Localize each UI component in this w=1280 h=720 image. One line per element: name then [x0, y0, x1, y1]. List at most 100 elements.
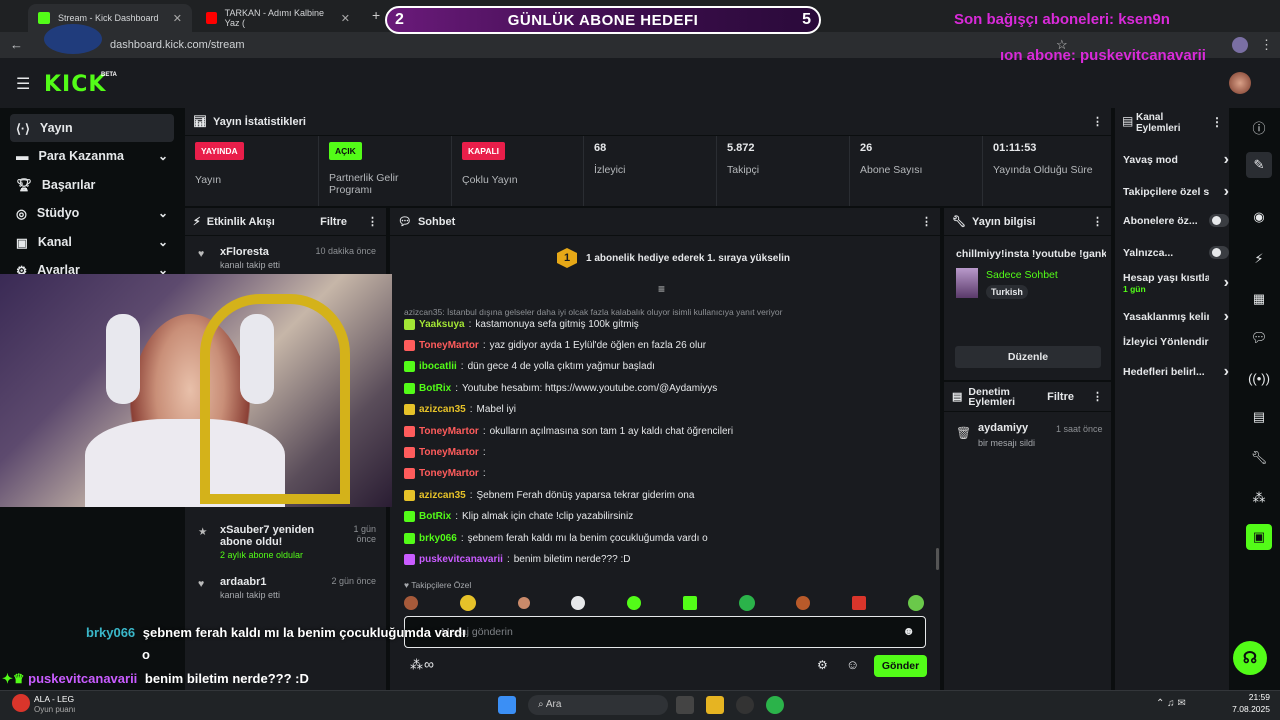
obs-icon[interactable]	[736, 696, 754, 714]
studio-icon: ◎	[16, 206, 27, 221]
help-chat-icon[interactable]: ☊	[1233, 641, 1267, 675]
chat-input[interactable]: Mesaj gönderin ☻	[404, 616, 926, 648]
task-view-icon[interactable]	[676, 696, 694, 714]
chat-username[interactable]: ToneyMartor	[419, 468, 479, 479]
edit-pencil-icon[interactable]: ✎	[1246, 152, 1272, 178]
beta-badge: BETA	[101, 72, 117, 78]
chat-username[interactable]: BotRix	[419, 511, 451, 522]
channel-action-item[interactable]: Takipçilere özel s ›	[1123, 183, 1229, 201]
emote-icon[interactable]	[517, 597, 530, 609]
chevron-right-icon: ›	[1223, 308, 1229, 325]
headphone-left	[106, 314, 140, 404]
emoji-picker-icon[interactable]: ☻	[902, 624, 915, 638]
close-icon[interactable]: ✕	[173, 12, 182, 25]
chat-username[interactable]: Yaaksuya	[419, 319, 465, 330]
emote-icon[interactable]	[796, 596, 811, 610]
back-icon[interactable]: ←	[10, 37, 23, 52]
chat-message: ToneyMartor: okulların açılmasına son tam…	[404, 426, 733, 437]
kick-app-icon[interactable]: ▣	[1246, 524, 1272, 550]
chat-username[interactable]: ToneyMartor	[419, 447, 479, 458]
edit-button[interactable]: Düzenle	[955, 346, 1101, 368]
panel-title: Kanal Eylemleri	[1136, 112, 1181, 134]
hamburger-menu-icon[interactable]: ☰	[16, 74, 30, 94]
chat-username[interactable]: azizcan35	[419, 404, 466, 415]
filter-button[interactable]: Filtre	[1047, 391, 1074, 403]
menu-dots-icon[interactable]: ⋮	[1260, 37, 1273, 53]
chat-username[interactable]: ToneyMartor	[419, 340, 479, 351]
sidebar-item-kanal[interactable]: ▣ Kanal ⌄	[10, 228, 174, 256]
windows-start-icon[interactable]	[498, 696, 516, 714]
chat-username[interactable]: brky066	[419, 533, 457, 544]
taskbar-search[interactable]: ⌕ Ara	[528, 695, 668, 715]
tag-badge[interactable]: Turkish	[986, 285, 1028, 299]
channel-action-label: Yalnızca...	[1123, 246, 1174, 259]
tab-music[interactable]: TARKAN - Adımı Kalbine Yaz ( ✕	[196, 4, 360, 32]
more-options-icon[interactable]: ⋮	[1092, 390, 1103, 403]
chat-settings-icon[interactable]: ⚙	[817, 658, 828, 672]
profile-avatar-icon[interactable]	[1232, 37, 1248, 53]
emote-icon[interactable]	[627, 596, 642, 610]
chat-username[interactable]: BotRix	[419, 383, 451, 394]
points-icon[interactable]: ⁂	[410, 657, 423, 673]
channel-action-item[interactable]: Yavaş mod ›	[1123, 151, 1229, 169]
broadcast-icon[interactable]: ((•))	[1246, 365, 1272, 391]
send-button[interactable]: Gönder	[874, 655, 927, 677]
camera-icon[interactable]: ◉	[1246, 204, 1272, 230]
infinity-icon[interactable]: ∞	[424, 656, 434, 672]
more-options-icon[interactable]: ⋮	[1092, 215, 1103, 228]
nodes-icon[interactable]: ⁂	[1246, 485, 1272, 511]
toggle-switch[interactable]	[1209, 246, 1229, 259]
sidebar-item-yayin[interactable]: ⟨·⟩ Yayın	[10, 114, 174, 142]
chat-username[interactable]: ToneyMartor	[419, 426, 479, 437]
channel-action-item[interactable]: Abonelere öz...	[1123, 214, 1229, 227]
emote-icon[interactable]	[571, 596, 586, 610]
user-avatar[interactable]	[1229, 72, 1251, 94]
more-options-icon[interactable]: ⋮	[367, 215, 378, 228]
filter-button[interactable]: Filtre	[320, 216, 347, 228]
toggle-switch[interactable]	[1209, 214, 1229, 227]
sidebar-item-studyo[interactable]: ◎ Stüdyo ⌄	[10, 199, 174, 227]
chrome-icon[interactable]	[766, 696, 784, 714]
emote-icon[interactable]	[682, 596, 697, 610]
close-icon[interactable]: ✕	[341, 12, 350, 25]
channel-action-item[interactable]: İzleyici Yönlendir	[1123, 336, 1229, 348]
lightning-icon[interactable]: ⚡︎	[1246, 246, 1272, 272]
category-link[interactable]: Sadece Sohbet	[986, 269, 1058, 281]
taskbar-search-label: Ara	[545, 699, 562, 710]
emote-icon[interactable]	[907, 595, 924, 611]
chart-icon: 📊︎	[193, 116, 207, 128]
more-options-icon[interactable]: ⋮	[1211, 115, 1223, 129]
sidebar-item-para-kazanma[interactable]: ▬ Para Kazanma ⌄	[10, 142, 174, 170]
mod-sub: bir mesajı sildi	[978, 438, 1036, 448]
chat-username[interactable]: ibocatlii	[419, 361, 457, 372]
more-options-icon[interactable]: ⋮	[1092, 115, 1103, 128]
sidebar-item-basarilar[interactable]: 🏆︎ Başarılar	[10, 171, 174, 199]
document-icon[interactable]: ▦	[1246, 286, 1272, 312]
channel-action-item[interactable]: Yasaklanmış kelim ›	[1123, 308, 1229, 326]
file-explorer-icon[interactable]	[706, 696, 724, 714]
new-tab-button[interactable]: +	[372, 7, 380, 23]
chat-username[interactable]: puskevitcanavarii	[419, 554, 503, 565]
layout-icon[interactable]: ▤	[1246, 404, 1272, 430]
emote-icon[interactable]	[404, 596, 418, 610]
more-options-icon[interactable]: ⋮	[921, 215, 932, 228]
wrench-icon[interactable]: 🔧︎	[1246, 445, 1272, 471]
url-field[interactable]: dashboard.kick.com/stream	[110, 39, 245, 51]
channel-action-item[interactable]: Hedefleri belirl... ›	[1123, 363, 1229, 381]
channel-action-item[interactable]: Hesap yaşı kısıtla 1 gün ›	[1123, 272, 1229, 294]
tray-icons[interactable]: ⌃ ♫ ✉	[1156, 698, 1186, 709]
chat-username[interactable]: azizcan35	[419, 490, 466, 501]
weather-widget-icon[interactable]	[12, 694, 30, 712]
channel-action-item[interactable]: Yalnızca...	[1123, 246, 1229, 259]
chat-icon[interactable]: 💬︎	[1246, 325, 1272, 351]
emote-gallery-icon[interactable]: ☺	[846, 657, 859, 672]
chat-scrollbar[interactable]	[936, 548, 939, 570]
info-icon[interactable]: ⓘ	[1246, 114, 1272, 140]
emote-icon[interactable]	[738, 595, 755, 611]
kick-logo[interactable]: KICK	[44, 72, 106, 97]
list-item: ♥ ardaabr1 kanalı takip etti 2 gün önce	[194, 576, 380, 600]
emote-icon[interactable]	[459, 595, 476, 611]
emote-icon[interactable]	[852, 596, 867, 610]
pinned-chevron-icon[interactable]: ≡	[658, 282, 665, 296]
gift-banner[interactable]: 1 abonelik hediye ederek 1. sıraya yükse…	[586, 253, 790, 264]
